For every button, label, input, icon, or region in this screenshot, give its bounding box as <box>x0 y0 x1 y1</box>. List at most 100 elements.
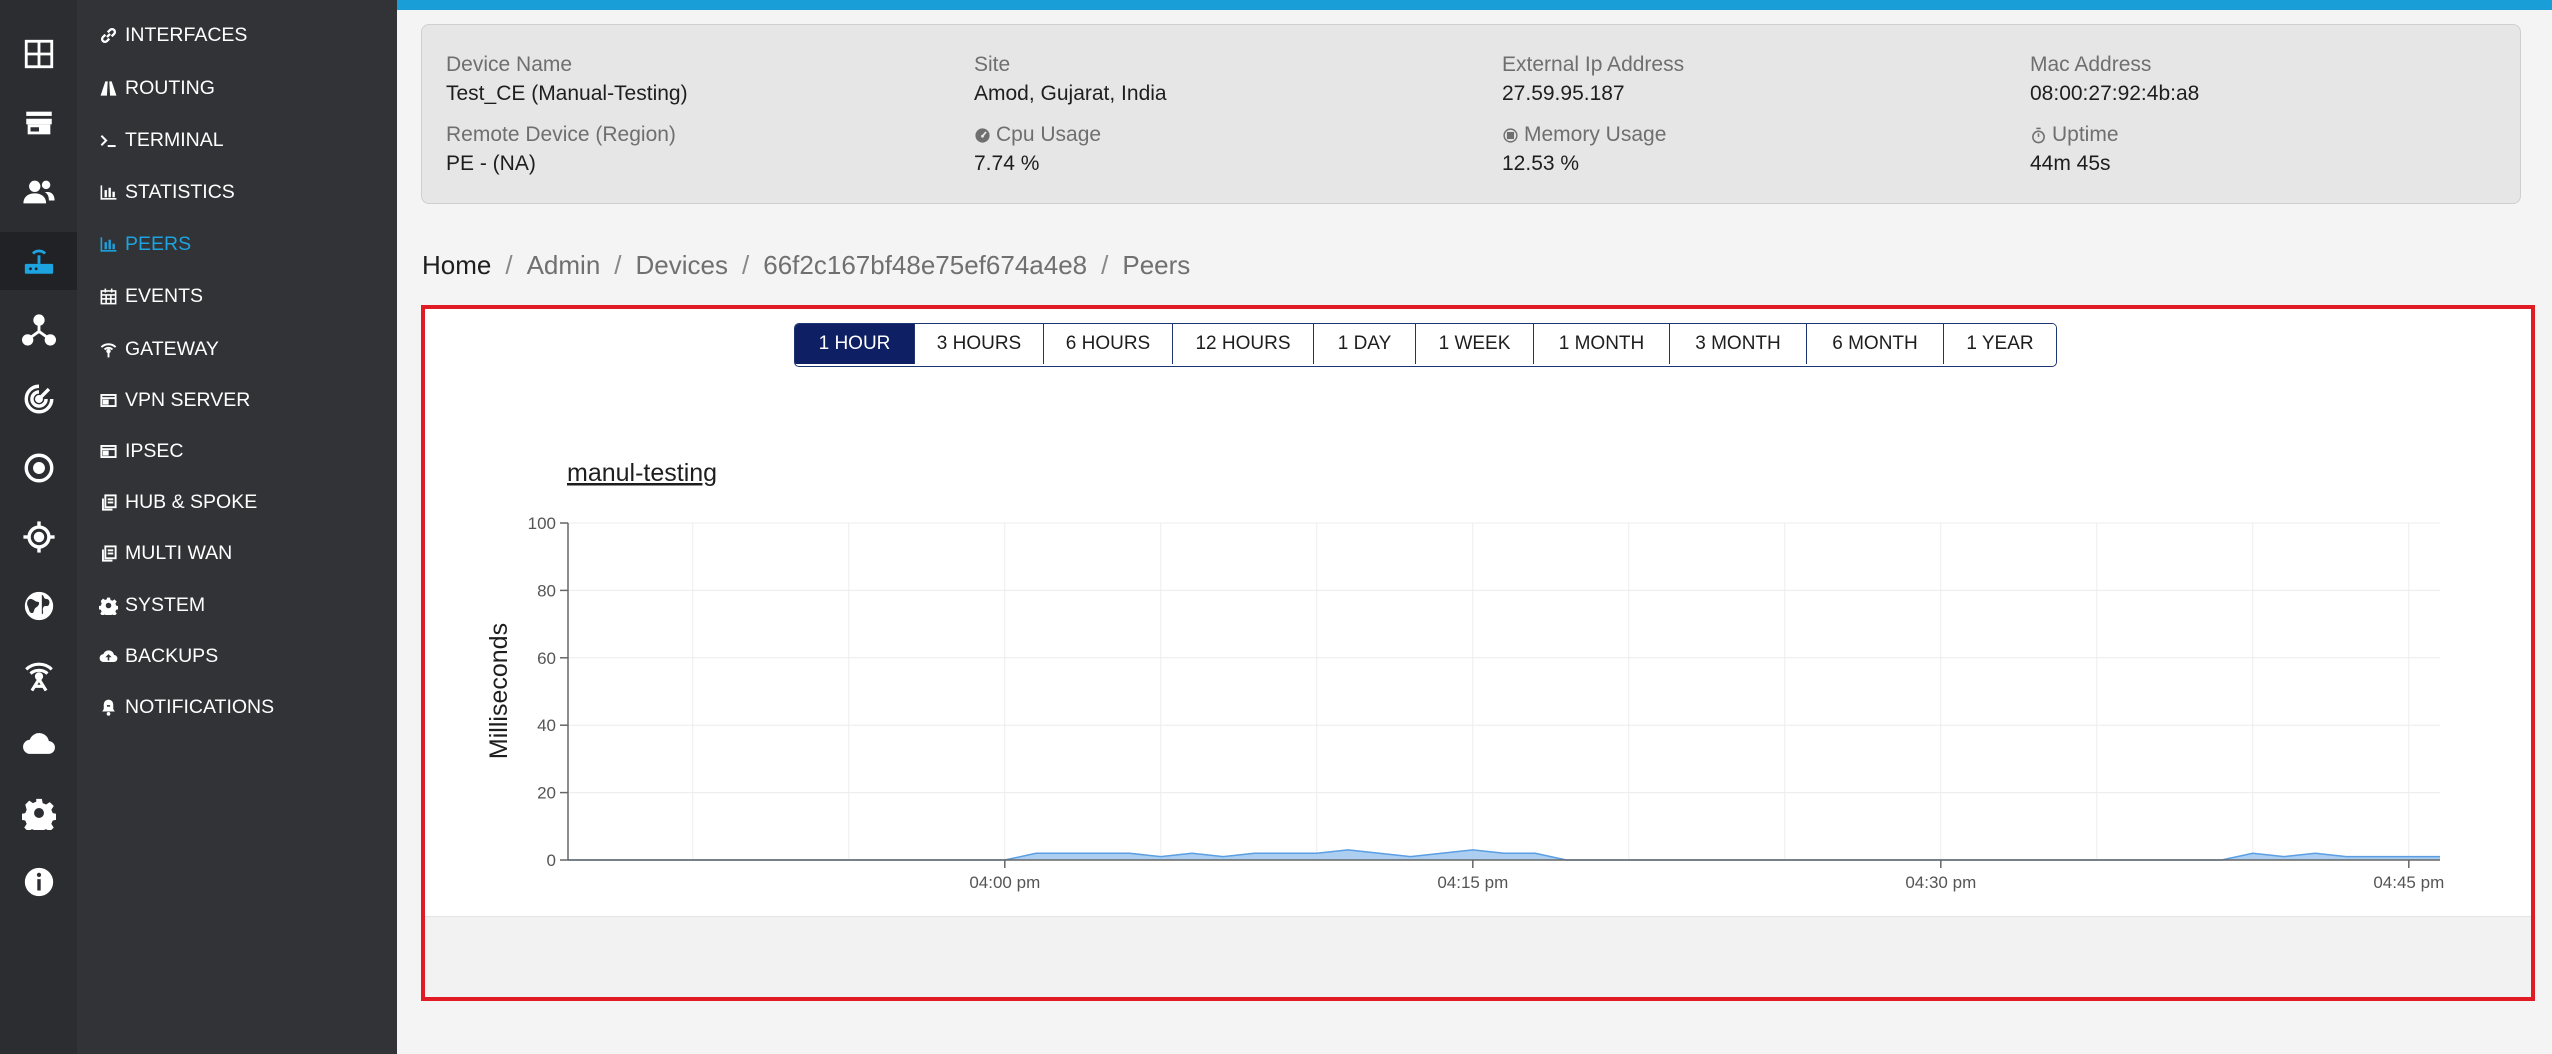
window-icon <box>100 393 117 407</box>
mac-address-value: 08:00:27:92:4b:a8 <box>2030 82 2200 105</box>
chart-title: manul-testing <box>567 459 717 487</box>
device-name-field: Device Name Test_CE (Manual-Testing) <box>446 51 946 109</box>
window-icon <box>100 444 117 458</box>
nav-item-ipsec[interactable]: IPSEC <box>99 431 184 471</box>
site-field: Site Amod, Gujarat, India <box>974 51 1474 109</box>
uptime-value: 44m 45s <box>2030 152 2111 175</box>
remote-device-value: PE - (NA) <box>446 152 536 175</box>
wifi-tower-icon <box>100 342 117 357</box>
nav-item-label: PEERS <box>125 232 192 255</box>
road-icon <box>100 80 117 96</box>
nav-item-vpn-server[interactable]: VPN SERVER <box>99 380 250 420</box>
nav-item-system[interactable]: SYSTEM <box>99 585 205 625</box>
dashboard-grid-icon[interactable] <box>0 25 77 83</box>
peers-chart-panel: 1 HOUR 3 HOURS 6 HOURS 12 HOURS 1 DAY 1 … <box>421 305 2535 1001</box>
nav-item-backups[interactable]: BACKUPS <box>99 636 218 676</box>
remote-device-label: Remote Device (Region) <box>446 123 676 146</box>
external-ip-label: External Ip Address <box>1502 53 1685 76</box>
x-tick-label: 04:30 pm <box>1905 873 1976 892</box>
device-name-label: Device Name <box>446 53 573 76</box>
cloud-upload-icon <box>99 649 118 662</box>
x-tick-label: 04:15 pm <box>1437 873 1508 892</box>
gear-icon <box>99 597 118 615</box>
nav-item-label: BACKUPS <box>125 644 219 667</box>
chart-axes: 0 20 40 60 80 100 04:00 pm 04:15 pm 04:30 pm 04:4… <box>528 514 2445 892</box>
router-icon[interactable] <box>0 232 77 290</box>
antenna-icon[interactable] <box>0 646 77 704</box>
nav-item-statistics[interactable]: STATISTICS <box>99 172 235 212</box>
cpu-usage-field: Cpu Usage 7.74 % <box>974 121 1474 179</box>
uptime-label: Uptime <box>2052 123 2119 146</box>
breadcrumb-separator: / <box>742 250 750 280</box>
nav-item-label: ROUTING <box>125 76 215 99</box>
y-tick-label: 40 <box>537 716 556 735</box>
bar-chart-icon <box>100 184 117 200</box>
nav-item-gateway[interactable]: GATEWAY <box>99 329 219 369</box>
terminal-icon <box>100 134 116 147</box>
uptime-field: Uptime 44m 45s <box>2030 121 2530 179</box>
y-axis-label: Milliseconds <box>485 623 513 759</box>
globe-icon[interactable] <box>0 577 77 635</box>
cpu-usage-label: Cpu Usage <box>996 123 1102 146</box>
nav-item-label: INTERFACES <box>125 23 248 46</box>
cpu-usage-value: 7.74 % <box>974 152 1040 175</box>
bar-chart-icon <box>100 236 117 252</box>
bell-icon <box>102 699 115 716</box>
nav-item-label: EVENTS <box>125 284 204 307</box>
nav-item-label: STATISTICS <box>125 180 235 203</box>
nav-item-label: SYSTEM <box>125 593 206 616</box>
nav-item-notifications[interactable]: NOTIFICATIONS <box>99 687 274 727</box>
nav-item-label: IPSEC <box>125 439 184 462</box>
radar-icon[interactable] <box>0 370 77 428</box>
external-ip-value: 27.59.95.187 <box>1502 82 1625 105</box>
y-tick-label: 100 <box>528 514 556 533</box>
memory-usage-field: Memory Usage 12.53 % <box>1502 121 2002 179</box>
site-value: Amod, Gujarat, India <box>974 82 1167 105</box>
breadcrumb-devices[interactable]: Devices <box>636 250 728 281</box>
store-icon[interactable] <box>0 94 77 152</box>
chart-footer <box>425 916 2531 997</box>
breadcrumb-device-id[interactable]: 66f2c167bf48e75ef674a4e8 <box>763 250 1087 281</box>
copy-icon <box>102 493 117 511</box>
nav-item-interfaces[interactable]: INTERFACES <box>99 15 247 55</box>
gear-icon[interactable] <box>0 784 77 842</box>
site-label: Site <box>974 53 1011 76</box>
breadcrumb-separator: / <box>1101 250 1109 280</box>
breadcrumb-home[interactable]: Home <box>422 250 491 281</box>
nav-item-label: MULTI WAN <box>125 541 233 564</box>
target-circle-icon[interactable] <box>0 439 77 497</box>
nav-item-multi-wan[interactable]: MULTI WAN <box>99 533 232 573</box>
device-name-value: Test_CE (Manual-Testing) <box>446 82 688 105</box>
nav-item-label: NOTIFICATIONS <box>125 695 275 718</box>
latency-chart: manul-testing 0 20 40 60 80 100 04:00 pm 04:15 … <box>485 459 2445 892</box>
nav-item-label: TERMINAL <box>125 128 224 151</box>
breadcrumb-admin[interactable]: Admin <box>527 250 601 281</box>
icon-rail <box>0 0 77 1054</box>
crosshair-icon[interactable] <box>0 508 77 566</box>
device-nav-menu: INTERFACES ROUTING TERMINAL STATISTICS P… <box>77 0 397 1054</box>
info-icon[interactable] <box>0 853 77 911</box>
breadcrumb: Home / Admin / Devices / 66f2c167bf48e75… <box>422 250 1190 281</box>
nav-item-events[interactable]: EVENTS <box>99 276 203 316</box>
nav-item-terminal[interactable]: TERMINAL <box>99 120 224 160</box>
nav-item-label: HUB & SPOKE <box>125 490 258 513</box>
link-icon <box>100 27 117 43</box>
nav-item-peers[interactable]: PEERS <box>99 224 191 264</box>
breadcrumb-separator: / <box>614 250 622 280</box>
mac-address-label: Mac Address <box>2030 53 2152 76</box>
device-info-card: Device Name Test_CE (Manual-Testing) Sit… <box>421 24 2521 204</box>
y-tick-label: 80 <box>537 581 556 600</box>
y-tick-label: 60 <box>537 649 556 668</box>
network-topology-icon[interactable] <box>0 301 77 359</box>
copy-icon <box>102 544 117 562</box>
nav-item-hub-spoke[interactable]: HUB & SPOKE <box>99 482 257 522</box>
breadcrumb-current: Peers <box>1122 250 1191 280</box>
cloud-icon[interactable] <box>0 715 77 773</box>
chart-grid <box>568 522 2440 861</box>
users-icon[interactable] <box>0 163 77 221</box>
external-ip-field: External Ip Address 27.59.95.187 <box>1502 51 2002 109</box>
nav-item-routing[interactable]: ROUTING <box>99 68 215 108</box>
y-tick-label: 20 <box>537 784 556 803</box>
x-tick-label: 04:45 pm <box>2373 873 2444 892</box>
memory-usage-label: Memory Usage <box>1524 123 1667 146</box>
